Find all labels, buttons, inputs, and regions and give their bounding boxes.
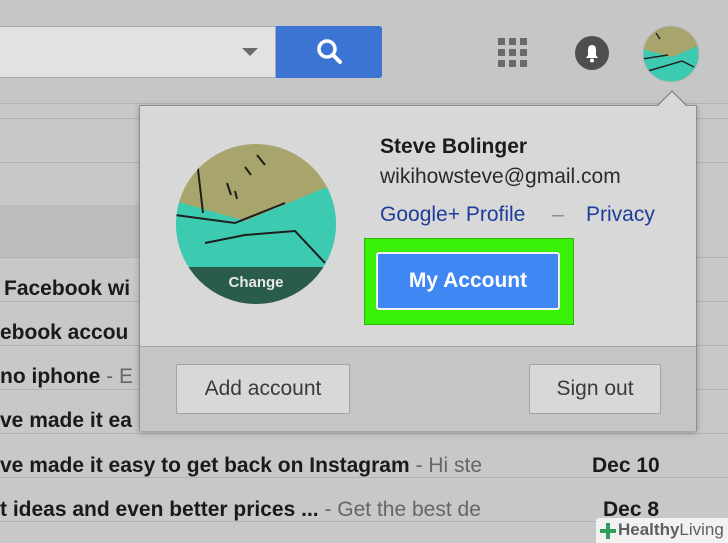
mail-date: Dec 10	[592, 454, 660, 477]
section-band	[0, 205, 140, 257]
mail-snippet: - Get the best de	[318, 498, 481, 521]
list-item[interactable]: ve made it easy to get back on Instagram…	[0, 444, 728, 488]
avatar[interactable]	[642, 25, 700, 83]
mail-sender: ve made it easy to get back on Instagram	[0, 454, 410, 477]
watermark: HealthyLiving	[596, 518, 728, 543]
mail-snippet: - E	[100, 365, 133, 388]
link-separator: –	[552, 203, 564, 226]
google-plus-profile-link[interactable]: Google+ Profile	[380, 203, 525, 227]
search-input[interactable]	[0, 26, 276, 78]
mail-sender: t ideas and even better prices ...	[0, 498, 319, 521]
mail-sender: no iphone	[0, 365, 101, 388]
popup-arrow-fill	[657, 92, 687, 107]
privacy-link[interactable]: Privacy	[586, 203, 655, 227]
bell-icon[interactable]	[574, 35, 610, 71]
mail-sender: ebook accou	[0, 321, 129, 344]
account-popup: Change Steve Bolinger wikihowsteve@gmail…	[139, 105, 697, 431]
account-name: Steve Bolinger	[380, 135, 528, 158]
mail-snippet: - Hi ste	[409, 454, 482, 477]
watermark-suffix: Living	[679, 520, 724, 539]
search-icon	[317, 39, 342, 64]
my-account-button[interactable]: My Account	[376, 252, 560, 310]
account-email: wikihowsteve@gmail.com	[380, 165, 621, 188]
mail-sender: Facebook wi	[4, 277, 131, 300]
mail-sender: ve made it ea	[0, 409, 132, 432]
chevron-down-icon[interactable]	[242, 48, 258, 56]
sign-out-button[interactable]: Sign out	[529, 364, 661, 414]
plus-icon	[600, 523, 616, 539]
watermark-brand: Healthy	[618, 520, 680, 539]
apps-grid-icon[interactable]	[498, 38, 528, 68]
top-toolbar	[0, 0, 728, 104]
add-account-button[interactable]: Add account	[176, 364, 350, 414]
change-photo-label[interactable]: Change	[175, 274, 337, 291]
search-button[interactable]	[276, 26, 382, 78]
watermark-text: HealthyLiving	[618, 520, 724, 540]
